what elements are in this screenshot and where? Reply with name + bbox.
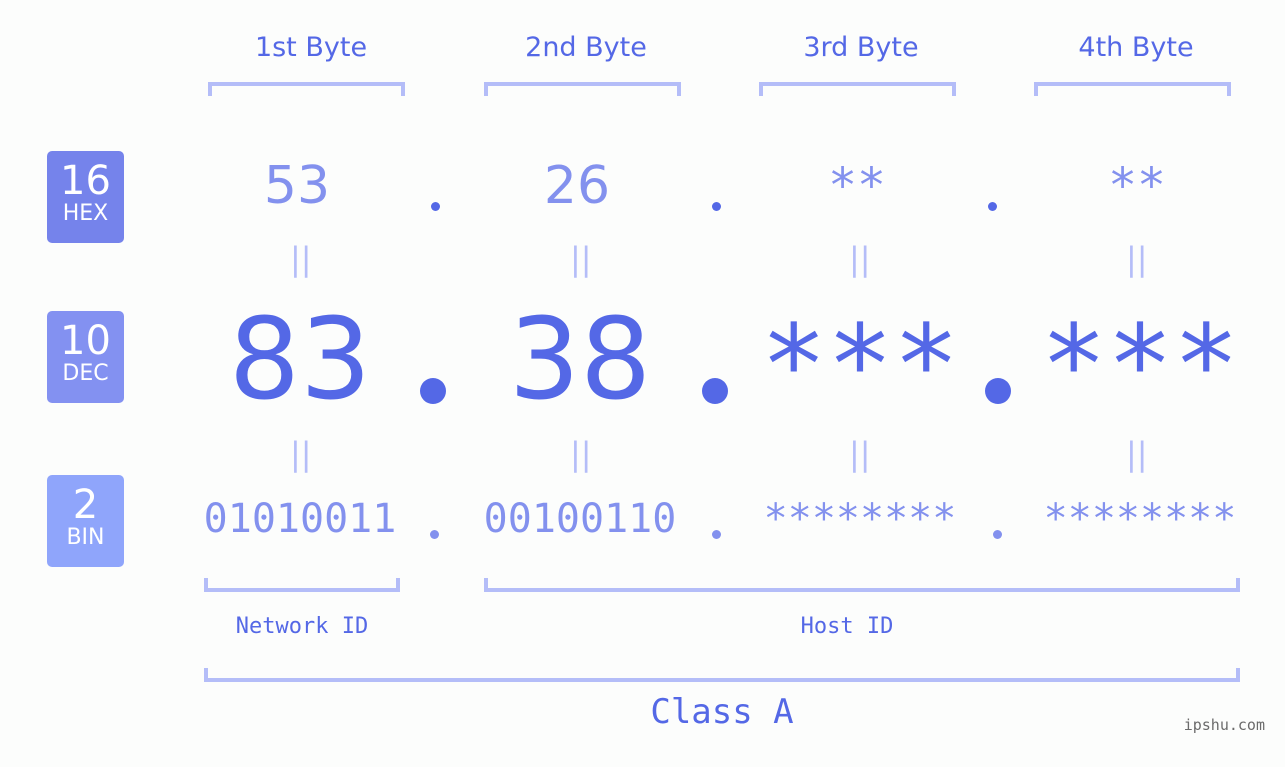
dec-dot-2 <box>702 378 728 404</box>
hex-byte-3: ** <box>828 158 886 214</box>
byte-header-2: 2nd Byte <box>525 32 647 63</box>
host-id-bracket <box>484 578 1240 592</box>
bin-badge: 2 BIN <box>47 475 124 567</box>
equals-icon: || <box>1126 240 1148 278</box>
bin-byte-1: 01010011 <box>203 496 397 542</box>
byte-header-3: 3rd Byte <box>803 32 919 63</box>
class-label: Class A <box>650 692 794 732</box>
bin-byte-2: 00100110 <box>483 496 677 542</box>
network-id-bracket <box>204 578 400 592</box>
hex-byte-4: ** <box>1108 158 1166 214</box>
byte-bracket-3 <box>759 82 956 96</box>
bin-dot-3 <box>993 530 1002 539</box>
equals-icon: || <box>1126 435 1148 473</box>
dec-badge: 10 DEC <box>47 311 124 403</box>
dec-byte-4: *** <box>1040 301 1240 429</box>
hex-dot-2 <box>712 202 721 211</box>
byte-bracket-2 <box>484 82 681 96</box>
equals-icon: || <box>849 240 871 278</box>
hex-base-label: HEX <box>62 201 109 226</box>
hex-dot-3 <box>988 202 997 211</box>
bin-dot-2 <box>712 530 721 539</box>
hex-dot-1 <box>431 202 440 211</box>
equals-icon: || <box>570 435 592 473</box>
byte-bracket-1 <box>208 82 405 96</box>
equals-icon: || <box>290 435 312 473</box>
dec-dot-3 <box>985 378 1011 404</box>
byte-header-4: 4th Byte <box>1078 32 1194 63</box>
dec-byte-2: 38 <box>508 295 652 425</box>
byte-header-1: 1st Byte <box>254 32 368 63</box>
equals-icon: || <box>849 435 871 473</box>
watermark: ipshu.com <box>1183 716 1265 734</box>
class-bracket <box>204 668 1240 682</box>
dec-byte-1: 83 <box>228 295 372 425</box>
dec-base-label: DEC <box>62 361 109 386</box>
bin-byte-4: ******** <box>1043 496 1237 542</box>
bin-dot-1 <box>430 530 439 539</box>
equals-icon: || <box>570 240 592 278</box>
bin-byte-3: ******** <box>763 496 957 542</box>
dec-byte-3: *** <box>760 301 960 429</box>
bin-base-label: BIN <box>66 525 105 550</box>
hex-base-number: 16 <box>60 158 111 204</box>
hex-byte-2: 26 <box>543 156 611 216</box>
dec-dot-1 <box>420 378 446 404</box>
equals-icon: || <box>290 240 312 278</box>
dec-base-number: 10 <box>60 318 111 364</box>
network-id-label: Network ID <box>235 614 369 639</box>
hex-badge: 16 HEX <box>47 151 124 243</box>
byte-bracket-4 <box>1034 82 1231 96</box>
hex-byte-1: 53 <box>263 156 331 216</box>
bin-base-number: 2 <box>72 482 99 528</box>
host-id-label: Host ID <box>800 614 894 639</box>
